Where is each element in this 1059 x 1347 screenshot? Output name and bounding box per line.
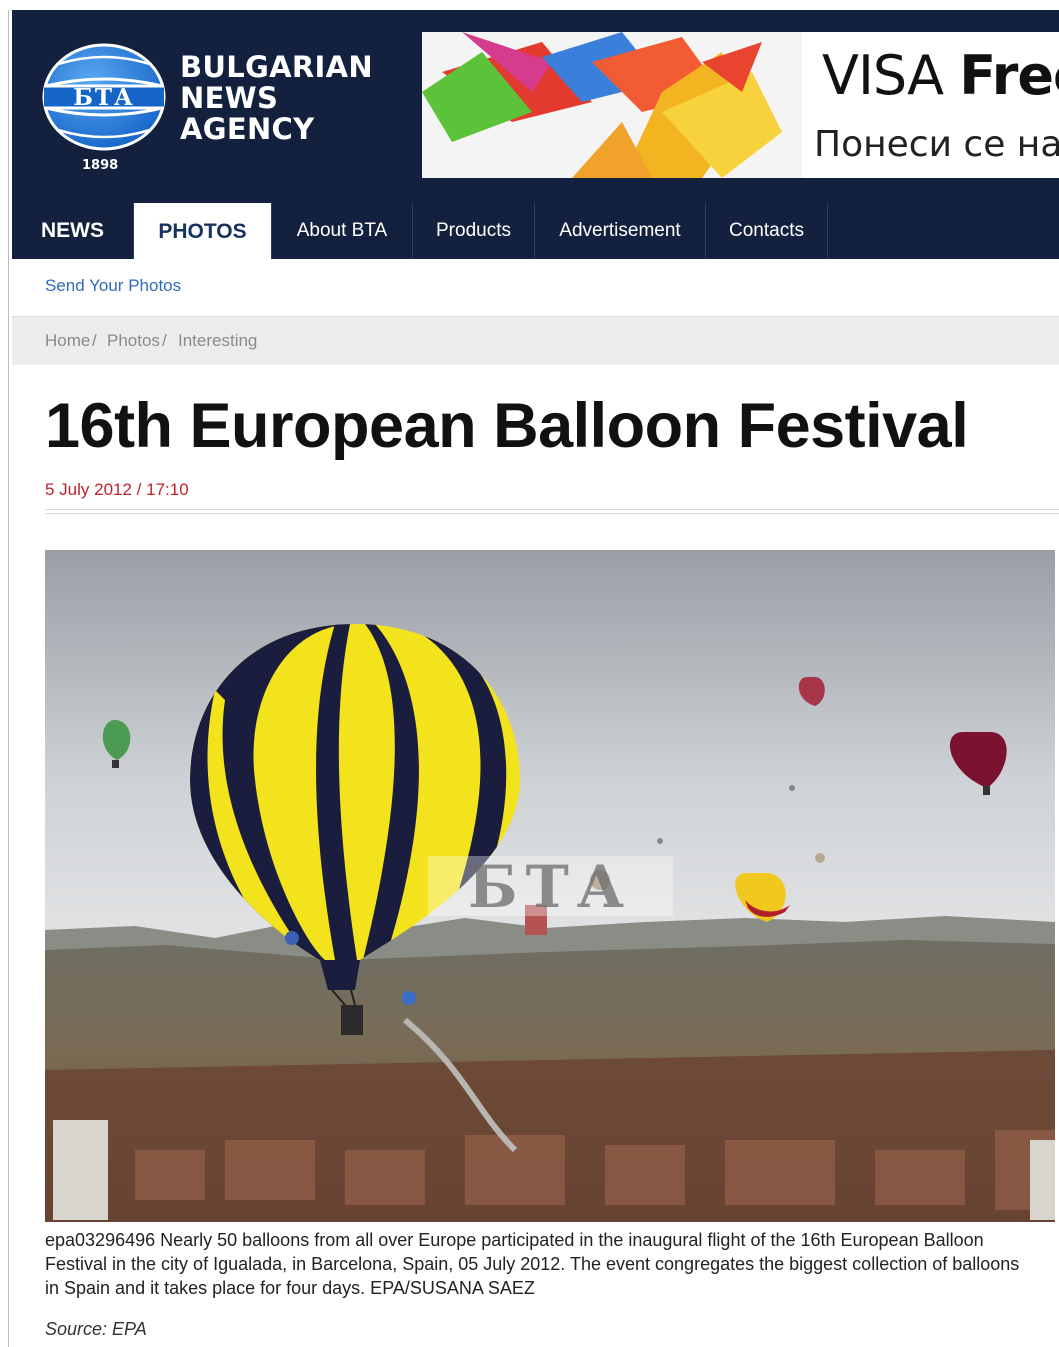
main-nav: NEWS PHOTOS About BTA Products Advertise…: [12, 203, 1059, 260]
nav-photos[interactable]: PHOTOS: [134, 203, 272, 260]
logo-line-3: AGENCY: [180, 112, 315, 146]
page: БТА 1898 BULGARIAN NEWS AGENCY VISA Fre …: [12, 10, 1059, 1347]
breadcrumb-interesting[interactable]: Interesting: [178, 331, 257, 351]
site-header: БТА 1898 BULGARIAN NEWS AGENCY VISA Fre …: [12, 10, 1059, 260]
window-edge: [8, 10, 9, 1347]
article-photo[interactable]: БТА: [45, 550, 1055, 1222]
logo-year: 1898: [82, 158, 119, 173]
breadcrumb: Home / Photos / Interesting: [12, 317, 1059, 365]
banner-title: VISA Free: [822, 44, 1059, 107]
breadcrumb-separator: /: [162, 331, 167, 350]
article-date: 5 July 2012 / 17:10: [45, 480, 189, 499]
balloon-festival-photo: БТА: [45, 550, 1055, 1222]
photo-caption: epa03296496 Nearly 50 balloons from all …: [45, 1230, 1020, 1298]
banner-subtitle: Понеси се на к: [814, 124, 1059, 165]
nav-news[interactable]: NEWS: [12, 203, 134, 259]
send-your-photos-link[interactable]: Send Your Photos: [45, 276, 181, 296]
logo-wordmark: BULGARIAN NEWS AGENCY: [180, 52, 373, 145]
svg-text:БТА: БТА: [468, 853, 632, 921]
photo-source: Source: EPA: [45, 1319, 147, 1339]
nav-advertisement[interactable]: Advertisement: [535, 203, 706, 259]
svg-text:БТА: БТА: [73, 84, 135, 111]
breadcrumb-home[interactable]: Home: [45, 331, 90, 351]
nav-contacts[interactable]: Contacts: [706, 203, 828, 259]
breadcrumb-separator: /: [92, 331, 97, 350]
divider: [45, 513, 1059, 514]
nav-products[interactable]: Products: [413, 203, 535, 259]
bta-logo[interactable]: БТА 1898 BULGARIAN NEWS AGENCY: [42, 42, 373, 182]
logo-line-2: NEWS: [180, 81, 279, 115]
divider: [45, 509, 1059, 510]
article-title: 16th European Balloon Festival: [45, 391, 969, 461]
nav-about-bta[interactable]: About BTA: [272, 203, 413, 259]
globe-logo-icon: БТА: [42, 43, 166, 151]
ad-banner[interactable]: VISA Free Понеси се на к: [422, 32, 1059, 178]
breadcrumb-photos[interactable]: Photos: [107, 331, 160, 351]
logo-line-1: BULGARIAN: [180, 50, 373, 84]
sub-nav: Send Your Photos: [12, 259, 1059, 317]
